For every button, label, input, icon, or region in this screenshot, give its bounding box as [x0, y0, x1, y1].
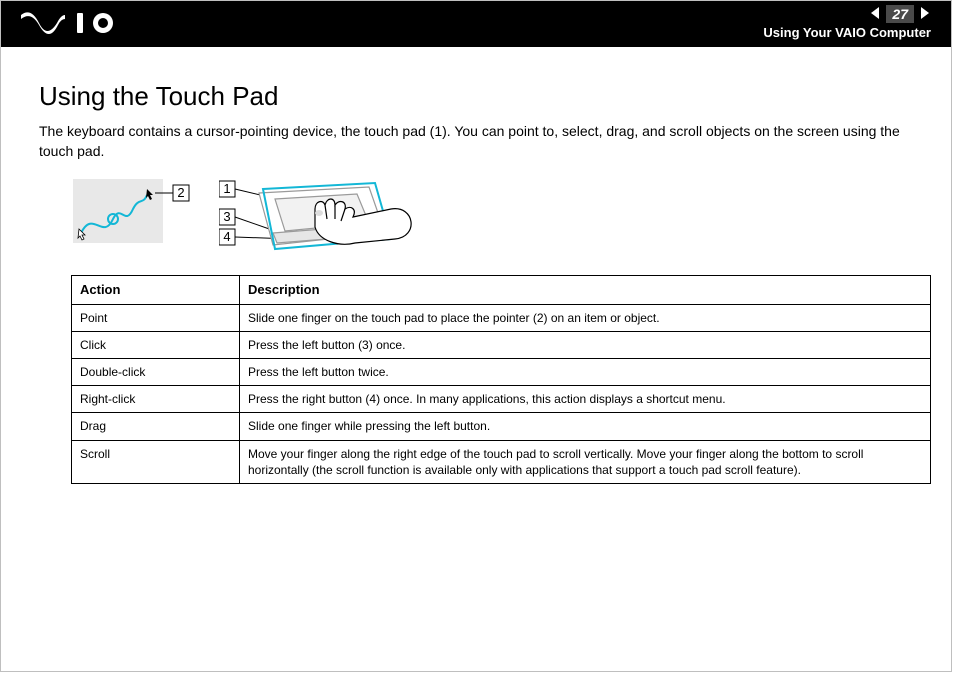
next-page-icon[interactable] [917, 6, 931, 23]
page-heading: Using the Touch Pad [39, 81, 913, 112]
table-row: Scroll Move your finger along the right … [72, 440, 931, 483]
touchpad-diagram: 1 3 4 [219, 179, 419, 261]
vaio-logo [21, 11, 117, 40]
actions-table: Action Description Point Slide one finge… [71, 275, 931, 484]
callout-2: 2 [177, 185, 184, 200]
page-number: 27 [886, 5, 914, 23]
page-nav: 27 [869, 5, 931, 23]
table-row: Double-click Press the left button twice… [72, 359, 931, 386]
screen-diagram: 2 [73, 179, 193, 255]
diagram-row: 2 1 3 4 [73, 179, 913, 261]
svg-text:3: 3 [223, 209, 230, 224]
th-description: Description [240, 276, 931, 305]
svg-text:1: 1 [223, 181, 230, 196]
section-title: Using Your VAIO Computer [763, 25, 931, 40]
intro-paragraph: The keyboard contains a cursor-pointing … [39, 122, 913, 161]
header-banner: 27 Using Your VAIO Computer [1, 1, 951, 47]
table-row: Drag Slide one finger while pressing the… [72, 413, 931, 440]
prev-page-icon[interactable] [869, 6, 883, 23]
table-row: Click Press the left button (3) once. [72, 331, 931, 358]
svg-text:4: 4 [223, 229, 230, 244]
table-row: Point Slide one finger on the touch pad … [72, 304, 931, 331]
table-row: Right-click Press the right button (4) o… [72, 386, 931, 413]
th-action: Action [72, 276, 240, 305]
